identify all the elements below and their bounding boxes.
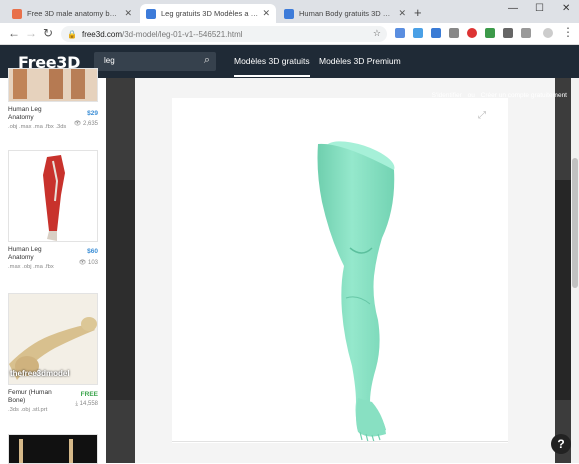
extension-icon[interactable] [449,28,459,38]
divider [172,441,508,442]
browser-toolbar: ← → ↻ 🔒 free3d.com/3d-model/leg-01-v1--5… [0,23,579,45]
close-window-button[interactable]: ✕ [562,3,570,14]
bones-thumbnail-image [19,439,73,463]
view-count-value: 2,635 [82,121,98,127]
leg-3d-model[interactable] [172,98,508,443]
related-models-sidebar: Human Leg Anatomy $29 👁 2,635 .obj .max … [0,68,106,464]
model-thumbnail[interactable] [8,434,98,464]
model-price: $29 [87,110,98,117]
background-page-image [106,180,135,400]
3d-model-viewer[interactable]: ⤢ [172,98,508,443]
list-item[interactable]: Human Leg Anatomy $60 👁 103 .max .obj .m… [8,150,102,270]
back-icon[interactable]: ← [8,26,20,40]
menu-kebab-icon[interactable]: ⋮ [562,25,574,39]
tab-title: Human Body gratuits 3D Modèle [299,9,394,18]
nav-premium-models[interactable]: Modèles 3D Premium [319,56,401,66]
download-count: ⤓ 14,558 [75,401,98,407]
model-name[interactable]: Human Leg Anatomy [8,246,62,262]
model-thumbnail[interactable] [8,68,98,102]
extension-icon[interactable] [503,28,513,38]
tab-human-body[interactable]: Human Body gratuits 3D Modèle ✕ [278,4,412,23]
maximize-button[interactable]: ☐ [535,3,544,14]
background-page-image [555,180,571,400]
list-item[interactable]: thefree3dmodel Femur (Human Bone) FREE ⤓… [8,293,102,413]
model-price: $60 [87,248,98,255]
leg-muscle-thumbnail-image [43,155,65,241]
reload-icon[interactable]: ↻ [43,26,53,40]
url-path: /3d-model/leg-01-v1--546521.html [122,29,243,39]
list-item[interactable] [8,434,102,464]
model-thumbnail[interactable]: thefree3dmodel [8,293,98,385]
scrollbar-thumb[interactable] [572,158,578,288]
profile-avatar-icon[interactable] [543,28,553,38]
nav-free-models[interactable]: Modèles 3D gratuits [234,56,310,77]
search-value: leg [104,56,115,65]
tab-favicon-icon [284,8,294,19]
view-count: 👁 103 [78,260,98,266]
tab-favicon-icon [146,8,156,19]
extension-icon[interactable] [467,28,477,38]
page-scrollbar[interactable] [571,78,579,463]
tab-favicon-icon [12,8,22,19]
download-count-value: 14,558 [79,401,98,407]
help-button[interactable]: ? [551,434,571,454]
tab-title: Free 3D male anatomy body - Tu [27,9,121,18]
url-host: free3d.com [81,29,122,39]
extension-icon[interactable] [521,28,531,38]
forward-icon[interactable]: → [25,26,37,40]
extension-icon[interactable] [431,28,441,38]
browser-tab-strip: Free 3D male anatomy body - Tu ✕ Leg gra… [0,0,579,23]
extension-icon[interactable] [413,28,423,38]
view-count: 👁 2,635 [73,121,98,127]
lock-icon: 🔒 [67,29,77,39]
thumbnail-watermark: thefree3dmodel [10,369,70,378]
close-tab-icon[interactable]: ✕ [124,8,132,19]
bookmark-star-icon[interactable]: ☆ [373,28,381,39]
view-count-value: 103 [87,260,98,266]
model-preview-modal: S'identifier ou Créer un compte gratuite… [135,78,567,463]
extension-icon[interactable] [395,28,405,38]
minimize-button[interactable]: — [508,3,518,14]
search-icon[interactable]: ⌕ [204,54,210,67]
close-tab-icon[interactable]: ✕ [262,8,270,19]
new-tab-button[interactable]: + [414,5,422,20]
search-input[interactable]: leg ⌕ [94,52,216,71]
close-tab-icon[interactable]: ✕ [398,8,406,19]
model-name[interactable]: Femur (Human Bone) [8,389,62,405]
legs-thumbnail-image [9,69,97,101]
tab-leg-models[interactable]: Leg gratuits 3D Modèles a téléch ✕ [140,4,276,23]
model-name[interactable]: Human Leg Anatomy [8,106,62,122]
extension-icon[interactable] [485,28,495,38]
model-price: FREE [80,391,98,398]
tab-anatomy[interactable]: Free 3D male anatomy body - Tu ✕ [6,4,138,23]
tab-title: Leg gratuits 3D Modèles a téléch [161,9,259,18]
list-item[interactable]: Human Leg Anatomy $29 👁 2,635 .obj .max … [8,68,102,130]
address-bar[interactable]: 🔒 free3d.com/3d-model/leg-01-v1--546521.… [61,26,387,42]
model-thumbnail[interactable] [8,150,98,242]
